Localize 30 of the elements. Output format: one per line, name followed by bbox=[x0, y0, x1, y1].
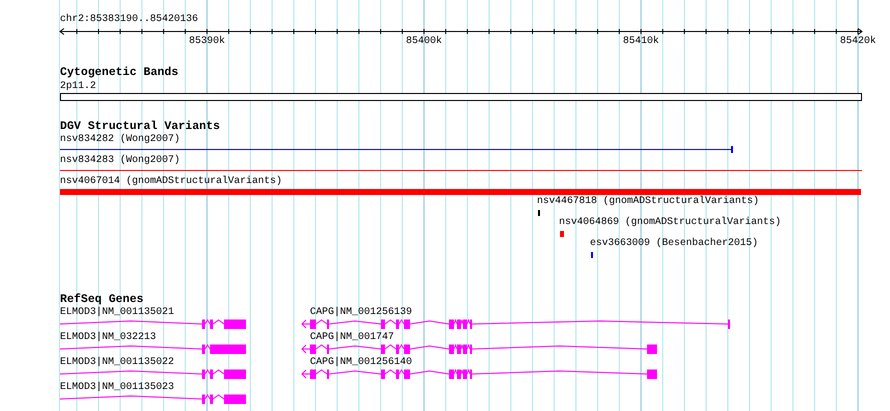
tick-label: 85390k bbox=[189, 36, 225, 47]
tick-label: 85420k bbox=[840, 36, 876, 47]
variant-label: nsv834282 (Wong2007) bbox=[60, 134, 180, 145]
track-title: DGV Structural Variants bbox=[60, 121, 220, 133]
variant-line[interactable] bbox=[60, 146, 733, 153]
gene-model[interactable] bbox=[60, 394, 246, 404]
gene-model[interactable] bbox=[301, 368, 657, 379]
variant-label: nsv4067014 (gnomADStructuralVariants) bbox=[60, 176, 282, 187]
band-label: 2p11.2 bbox=[60, 81, 96, 92]
tick-label: 85410k bbox=[623, 36, 659, 47]
gene-label: ELMOD3|NM_001135023 bbox=[60, 382, 174, 393]
variant-label: nsv834283 (Wong2007) bbox=[60, 155, 180, 166]
variant-label: nsv4064869 (gnomADStructuralVariants) bbox=[559, 217, 782, 228]
gene-label: ELMOD3|NM_001135021 bbox=[60, 307, 174, 318]
gene-label: CAPG|NM_001256139 bbox=[310, 307, 412, 318]
gene-model[interactable] bbox=[60, 344, 246, 354]
variant-label: esv3663009 (Besenbacher2015) bbox=[590, 238, 758, 249]
track-title: Cytogenetic Bands bbox=[60, 67, 178, 79]
ruler-label: chr2:85383190..85420136 bbox=[60, 14, 198, 25]
gene-label: ELMOD3|NM_001135022 bbox=[60, 357, 174, 368]
variant-label: nsv4467818 (gnomADStructuralVariants) bbox=[537, 196, 760, 207]
gene-label: CAPG|NM_001256140 bbox=[310, 357, 412, 368]
gene-label: CAPG|NM_001747 bbox=[310, 332, 394, 343]
track-title: RefSeq Genes bbox=[60, 294, 144, 306]
tick-label: 85400k bbox=[406, 36, 442, 47]
gene-model[interactable] bbox=[301, 318, 730, 329]
gene-model[interactable] bbox=[301, 344, 657, 354]
gene-model[interactable] bbox=[60, 369, 246, 379]
gene-label: ELMOD3|NM_032213 bbox=[60, 332, 156, 343]
gene-model[interactable] bbox=[60, 319, 246, 329]
